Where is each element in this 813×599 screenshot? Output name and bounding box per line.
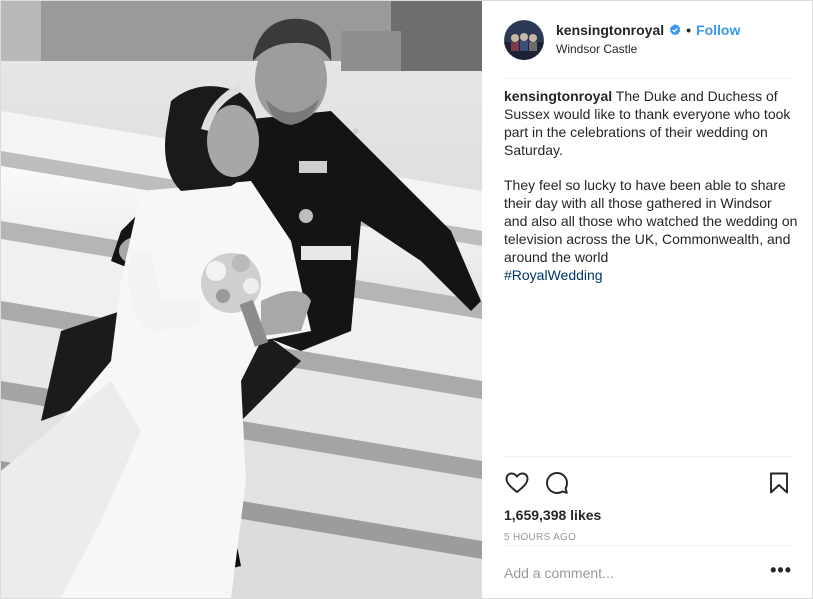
verified-badge-icon — [669, 24, 681, 36]
hashtag-link[interactable]: #RoyalWedding — [504, 267, 603, 283]
instagram-post: kensingtonroyal • Follow Windsor Castle … — [0, 0, 813, 599]
avatar-image — [504, 19, 544, 60]
location-link[interactable]: Windsor Castle — [556, 40, 740, 58]
caption-paragraph-2: They feel so lucky to have been able to … — [504, 176, 798, 284]
save-button[interactable] — [766, 470, 792, 496]
like-button[interactable] — [504, 470, 530, 496]
post-header: kensingtonroyal • Follow Windsor Castle — [504, 1, 792, 79]
post-timestamp[interactable]: 5 HOURS AGO — [504, 532, 792, 544]
comment-button[interactable] — [544, 470, 570, 496]
action-bar — [504, 461, 792, 505]
post-photo[interactable] — [1, 1, 482, 598]
caption-text-2: They feel so lucky to have been able to … — [504, 177, 798, 265]
heart-icon — [505, 472, 529, 493]
post-details-panel: kensingtonroyal • Follow Windsor Castle … — [482, 1, 812, 598]
follow-button[interactable]: Follow — [696, 21, 740, 39]
header-separator: • — [686, 22, 692, 38]
header-text: kensingtonroyal • Follow Windsor Castle — [556, 21, 740, 58]
comment-bubble-icon — [546, 472, 568, 494]
caption-paragraph-1: kensingtonroyal The Duke and Duchess of … — [504, 87, 798, 159]
bookmark-icon — [770, 472, 788, 494]
comment-input[interactable] — [504, 564, 771, 581]
username-link[interactable]: kensingtonroyal — [556, 21, 664, 39]
comment-bar: ••• — [504, 545, 792, 599]
header-top-row: kensingtonroyal • Follow — [556, 21, 740, 39]
likes-count[interactable]: 1,659,398 likes — [504, 506, 792, 524]
post-caption: kensingtonroyal The Duke and Duchess of … — [504, 87, 798, 301]
caption-username-link[interactable]: kensingtonroyal — [504, 88, 612, 104]
more-options-button[interactable]: ••• — [770, 561, 792, 581]
post-actions-section: 1,659,398 likes 5 HOURS AGO — [504, 456, 792, 544]
avatar[interactable] — [504, 19, 544, 60]
wedding-photo-image — [1, 1, 482, 598]
